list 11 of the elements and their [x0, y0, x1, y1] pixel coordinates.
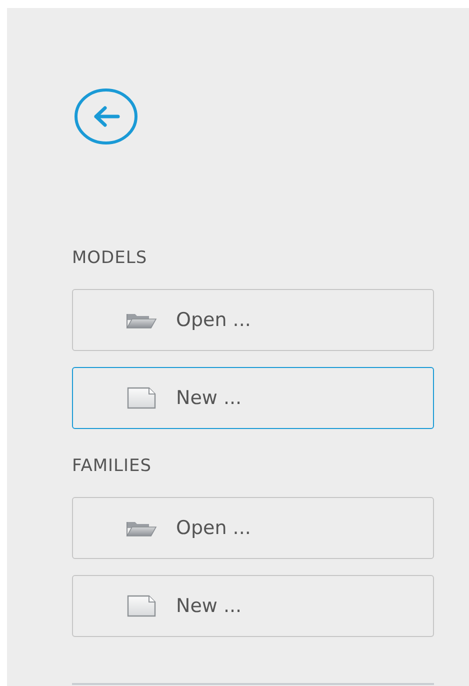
folder-icon: [126, 311, 157, 329]
section-heading: FAMILIES: [72, 455, 153, 478]
new-button[interactable]: New ...: [72, 575, 434, 637]
new-button[interactable]: New ...: [72, 367, 434, 429]
document-icon: [127, 387, 156, 409]
open-button[interactable]: Open ...: [72, 289, 434, 351]
open-button[interactable]: Open ...: [72, 497, 434, 559]
folder-icon: [126, 519, 157, 537]
section-heading: MODELS: [72, 247, 148, 270]
document-icon: [127, 595, 156, 617]
back-button[interactable]: [74, 88, 138, 145]
